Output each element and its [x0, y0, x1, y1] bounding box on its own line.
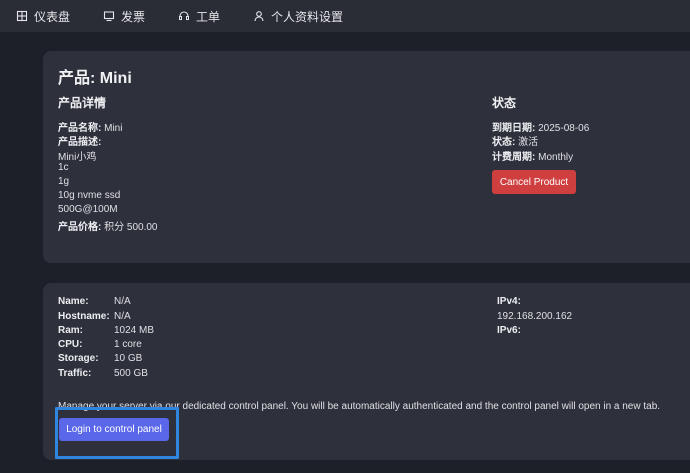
status-line: 状态: 激活	[492, 133, 538, 148]
status-value: 激活	[518, 137, 539, 148]
nav-item-dashboard[interactable]: 仪表盘	[16, 8, 70, 25]
traffic-value: 500 GB	[114, 368, 148, 379]
product-details-heading: 产品详情	[58, 96, 107, 110]
product-price-label: 产品价格:	[58, 222, 102, 233]
ram-value: 1024 MB	[114, 325, 155, 336]
traffic-label: Traffic:	[58, 368, 92, 379]
billing-cycle-label: 计费周期:	[492, 152, 536, 163]
top-navigation: 仪表盘 发票 工单 个人资料设置	[0, 0, 690, 32]
hostname-value: N/A	[114, 311, 131, 322]
nav-item-profile-settings[interactable]: 个人资料设置	[253, 8, 343, 25]
billing-cycle-value: Monthly	[538, 152, 574, 163]
expiry-value: 2025-08-06	[538, 123, 590, 134]
product-price-line: 产品价格: 积分 500.00	[58, 218, 158, 233]
cpu-value: 1 core	[114, 339, 142, 350]
product-desc-line-2: 1c	[58, 162, 69, 173]
login-control-panel-button[interactable]: Login to control panel	[59, 418, 169, 441]
nav-item-profile-settings-label: 个人资料设置	[271, 9, 344, 24]
monitor-icon	[103, 10, 115, 22]
expiry-line: 到期日期: 2025-08-06	[492, 119, 589, 134]
ipv6-label: IPv6:	[497, 325, 521, 336]
cancel-product-button[interactable]: Cancel Product	[492, 170, 576, 194]
product-price-value: 积分 500.00	[104, 222, 158, 233]
ipv4-value: 192.168.200.162	[497, 311, 573, 322]
product-desc-line-3: 1g	[58, 176, 70, 187]
nav-item-dashboard-label: 仪表盘	[34, 9, 71, 24]
product-name-line: 产品名称: Mini	[58, 119, 122, 134]
storage-value: 10 GB	[114, 353, 143, 364]
headset-icon	[178, 10, 190, 22]
product-title: 产品: Mini	[58, 70, 132, 87]
server-name-value: N/A	[114, 296, 131, 307]
dashboard-icon	[16, 10, 28, 22]
nav-item-tickets[interactable]: 工单	[178, 8, 220, 25]
server-name-label: Name:	[58, 296, 89, 307]
status-label: 状态:	[492, 137, 516, 148]
product-card: 产品: Mini 产品详情 产品名称: Mini 产品描述: Mini小鸡 1c…	[43, 51, 690, 263]
user-icon	[253, 10, 265, 22]
storage-label: Storage:	[58, 353, 99, 364]
nav-item-tickets-label: 工单	[196, 9, 221, 24]
nav-item-invoices[interactable]: 发票	[103, 8, 145, 25]
ram-label: Ram:	[58, 325, 84, 336]
nav-item-invoices-label: 发票	[121, 9, 146, 24]
product-desc-line-1: Mini小鸡	[58, 152, 97, 163]
product-name-value: Mini	[104, 123, 123, 134]
product-desc-line-4: 10g nvme ssd	[58, 190, 121, 201]
product-desc-line-5: 500G@100M	[58, 204, 118, 215]
status-heading: 状态	[492, 96, 517, 110]
hostname-label: Hostname:	[58, 311, 110, 322]
product-desc-line: 产品描述:	[58, 133, 101, 148]
cpu-label: CPU:	[58, 339, 83, 350]
product-desc-label: 产品描述:	[58, 137, 102, 148]
billing-cycle-line: 计费周期: Monthly	[492, 148, 573, 163]
ipv4-label: IPv4:	[497, 296, 521, 307]
